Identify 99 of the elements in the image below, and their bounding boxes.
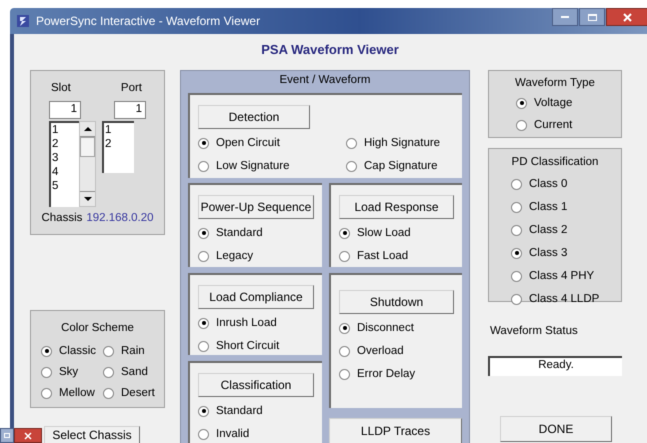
- radio-label: Desert: [121, 386, 155, 400]
- port-label: Port: [120, 81, 142, 95]
- radio-button[interactable]: [346, 138, 357, 148]
- radio-button[interactable]: [339, 368, 350, 380]
- group-button[interactable]: Power-Up Sequence: [198, 195, 314, 219]
- radio-button[interactable]: [516, 120, 527, 130]
- list-item[interactable]: 2: [52, 137, 79, 151]
- group-button[interactable]: Shutdown: [339, 290, 454, 314]
- list-item[interactable]: 3: [52, 151, 79, 165]
- radio-label: Sand: [121, 365, 148, 379]
- list-item[interactable]: 4: [52, 165, 79, 179]
- window-title: PowerSync Interactive - Waveform Viewer: [36, 14, 260, 28]
- radio-label: Cap Signature: [364, 159, 438, 173]
- radio-label: Legacy: [216, 249, 254, 263]
- radio-button[interactable]: [339, 250, 350, 262]
- radio-label: Fast Load: [357, 249, 408, 263]
- radio-button[interactable]: [339, 322, 350, 334]
- group-button[interactable]: Classification: [198, 373, 314, 397]
- radio-button[interactable]: [198, 340, 209, 352]
- panel-title: PD Classification: [510, 155, 600, 169]
- radio-label: Class 2: [529, 223, 568, 237]
- radio-button[interactable]: [339, 228, 350, 238]
- radio-label: Rain: [121, 344, 145, 358]
- radio-label: Class 1: [529, 200, 568, 214]
- radio-button[interactable]: [41, 388, 52, 398]
- radio-button[interactable]: [198, 250, 209, 262]
- slot-field[interactable]: 1: [49, 101, 81, 119]
- status-field: Ready.: [488, 356, 622, 376]
- radio-label: Mellow: [59, 386, 95, 400]
- radio-button[interactable]: [198, 228, 209, 238]
- radio-button[interactable]: [198, 160, 209, 172]
- radio-button[interactable]: [511, 294, 522, 304]
- radio-label: Disconnect: [357, 321, 414, 335]
- group-button[interactable]: Load Compliance: [198, 285, 314, 309]
- status-label: Waveform Status: [490, 324, 579, 338]
- close-button[interactable]: [606, 8, 647, 26]
- radio-button[interactable]: [198, 428, 209, 440]
- radio-button[interactable]: [103, 388, 114, 398]
- chassis-ip: 192.168.0.20: [86, 211, 154, 225]
- radio-button[interactable]: [346, 160, 357, 172]
- radio-button[interactable]: [516, 98, 527, 108]
- radio-label: Invalid: [216, 427, 250, 441]
- header-title: PSA Waveform Viewer: [260, 41, 400, 59]
- panel-title: Color Scheme: [60, 321, 135, 335]
- radio-button[interactable]: [198, 318, 209, 328]
- list-item[interactable]: 5: [52, 179, 79, 193]
- minimize-button[interactable]: [552, 8, 578, 26]
- restore-button[interactable]: [0, 428, 14, 443]
- radio-label: Class 0: [529, 177, 568, 191]
- radio-label: High Signature: [364, 136, 440, 150]
- close-icon: [24, 432, 32, 440]
- group-button[interactable]: Load Response: [339, 195, 454, 219]
- close-button[interactable]: [14, 428, 42, 443]
- radio-button[interactable]: [511, 270, 522, 282]
- radio-button[interactable]: [198, 406, 209, 416]
- radio-button[interactable]: [339, 346, 350, 356]
- radio-button[interactable]: [198, 138, 209, 148]
- radio-button[interactable]: [103, 346, 114, 356]
- group-button[interactable]: DONE: [500, 416, 612, 442]
- radio-label: Classic: [59, 344, 96, 358]
- radio-button[interactable]: [511, 248, 522, 258]
- scrollbar[interactable]: [79, 121, 96, 207]
- panel-title: Event / Waveform: [278, 73, 372, 88]
- group-button[interactable]: Select Chassis: [44, 426, 140, 443]
- maximize-button[interactable]: [579, 8, 605, 26]
- radio-label: Sky: [59, 365, 78, 379]
- radio-button[interactable]: [41, 366, 52, 378]
- list-item[interactable]: 1: [105, 123, 134, 137]
- radio-label: Class 4 PHY: [529, 269, 594, 283]
- radio-button[interactable]: [103, 366, 114, 378]
- radio-label: Open Circuit: [216, 136, 280, 150]
- port-field[interactable]: 1: [114, 101, 146, 119]
- group-button[interactable]: LLDP Traces: [329, 418, 462, 443]
- close-icon: [622, 12, 632, 22]
- radio-label: Short Circuit: [216, 339, 280, 353]
- radio-label: Slow Load: [357, 226, 411, 240]
- radio-label: Inrush Load: [216, 316, 277, 330]
- port-list[interactable]: 1 2: [102, 121, 134, 173]
- radio-label: Overload: [357, 344, 404, 358]
- panel-title: Waveform Type: [514, 76, 596, 90]
- radio-label: Error Delay: [357, 367, 416, 381]
- radio-label: Standard: [216, 404, 263, 418]
- radio-label: Low Signature: [216, 159, 290, 173]
- radio-label: Class 4 LLDP: [529, 292, 600, 306]
- list-item[interactable]: 1: [52, 123, 79, 137]
- slot-list[interactable]: 1 2 3 4 5: [49, 121, 79, 207]
- radio-button[interactable]: [511, 202, 522, 212]
- radio-button[interactable]: [41, 346, 52, 356]
- radio-label: Class 3: [529, 246, 568, 260]
- list-item[interactable]: 2: [105, 137, 134, 151]
- radio-button[interactable]: [511, 224, 522, 236]
- group-button[interactable]: Detection: [198, 105, 310, 129]
- radio-label: Current: [534, 118, 572, 132]
- app-icon: [16, 14, 30, 28]
- radio-button[interactable]: [511, 178, 522, 190]
- radio-label: Voltage: [534, 96, 572, 110]
- radio-label: Standard: [216, 226, 263, 240]
- chassis-label: Chassis: [41, 211, 82, 225]
- slot-label: Slot: [51, 81, 71, 95]
